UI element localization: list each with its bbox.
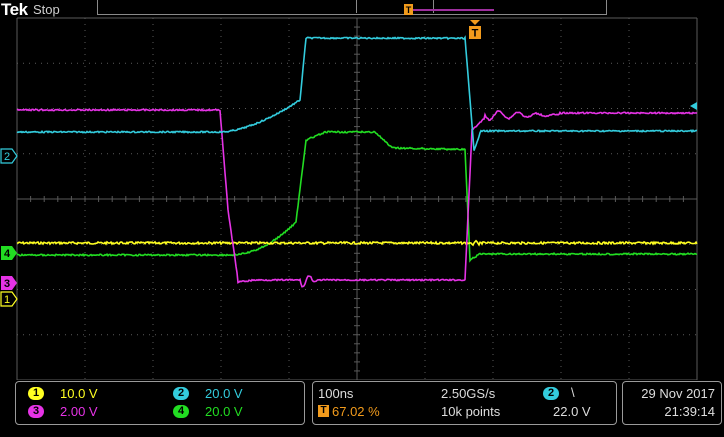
time: 21:39:14: [664, 404, 715, 419]
datetime-panel: 29 Nov 2017 21:39:14: [622, 381, 722, 425]
oscilloscope-screen: Tek Stop T T 2 4 3 1 1 10.0 V 2 20.0 V 3…: [0, 0, 724, 437]
ch2-ground-marker[interactable]: 2: [0, 148, 18, 164]
ch3-ground-marker[interactable]: 3: [1, 276, 17, 290]
time-per-division: 100ns: [318, 386, 354, 401]
header-trigger-marker: T: [404, 4, 413, 15]
ch2-scale: 20.0 V: [205, 386, 243, 401]
record-length: 10k points: [441, 404, 501, 419]
trigger-position-percent: 67.02 %: [332, 404, 380, 419]
ch4-ground-marker[interactable]: 4: [1, 246, 17, 260]
date: 29 Nov 2017: [641, 386, 715, 401]
channel-scale-panel[interactable]: 1 10.0 V 2 20.0 V 3 2.00 V 4 20.0 V: [15, 381, 305, 425]
ch3-badge[interactable]: 3: [28, 405, 44, 418]
ch4-scale: 20.0 V: [205, 404, 243, 419]
trigger-level-marker[interactable]: [690, 102, 697, 110]
ch1-scale: 10.0 V: [60, 386, 98, 401]
horizontal-trigger-panel[interactable]: 100ns T 67.02 % 2.50GS/s 10k points 2 \ …: [312, 381, 617, 425]
trigger-position-marker[interactable]: T: [469, 20, 481, 40]
ch2-badge[interactable]: 2: [173, 387, 189, 400]
svg-text:T: T: [406, 5, 412, 15]
trigger-source-badge[interactable]: 2: [543, 387, 559, 400]
trigger-marker-label: T: [472, 28, 479, 40]
svg-text:1: 1: [4, 294, 10, 306]
graticule: [16, 17, 698, 380]
sample-rate: 2.50GS/s: [441, 386, 496, 401]
trigger-level: 22.0 V: [553, 404, 591, 419]
trigger-slope-icon: \: [571, 385, 575, 400]
ch4-badge[interactable]: 4: [173, 405, 189, 418]
svg-text:2: 2: [4, 151, 10, 163]
svg-text:4: 4: [4, 248, 11, 260]
waveform-display: T T 2 4 3 1: [0, 4, 698, 380]
ch3-scale: 2.00 V: [60, 404, 98, 419]
svg-text:3: 3: [4, 278, 10, 290]
ch1-badge[interactable]: 1: [28, 387, 44, 400]
ch1-ground-marker[interactable]: 1: [0, 291, 18, 307]
trigger-position-icon: T: [318, 405, 329, 417]
